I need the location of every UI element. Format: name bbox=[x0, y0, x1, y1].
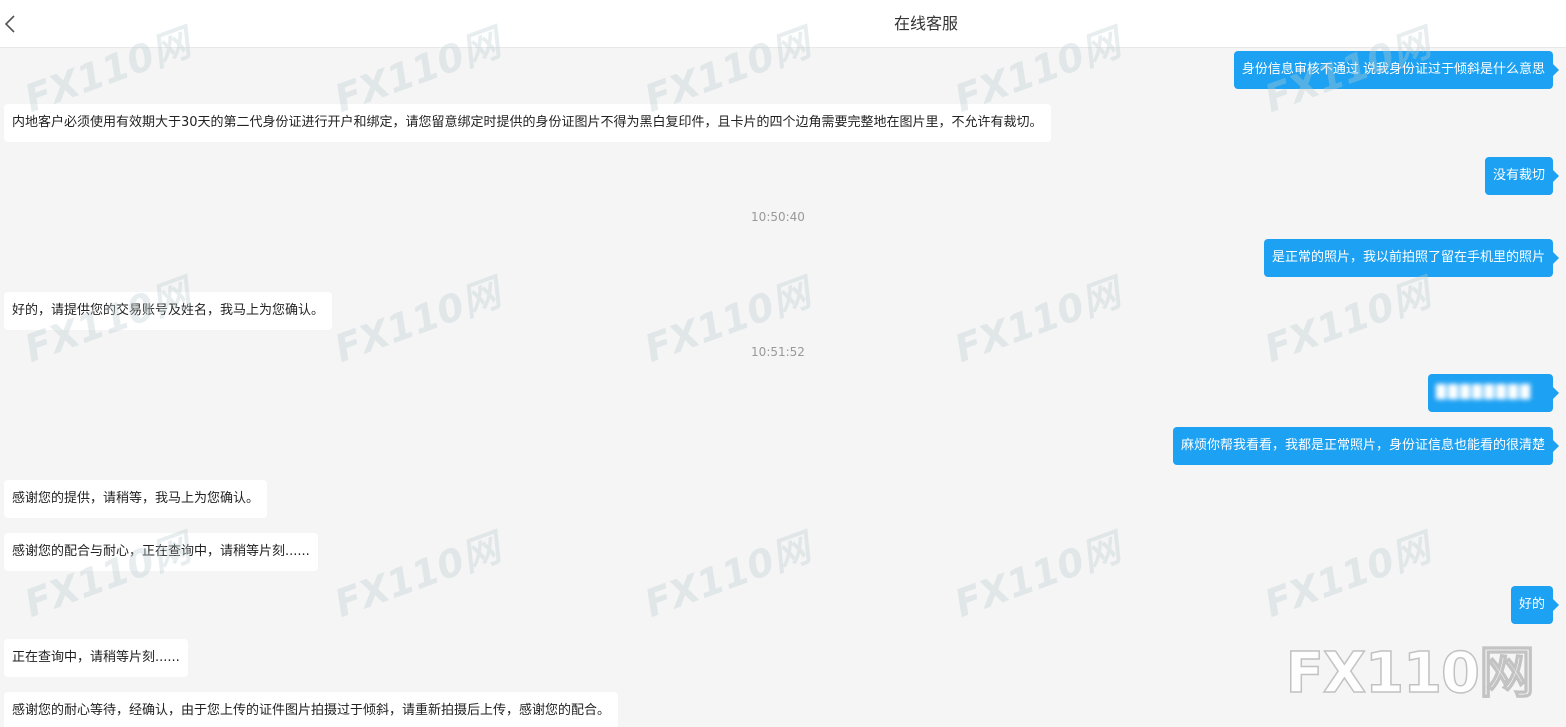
message-user: 是正常的照片，我以前拍照了留在手机里的照片 bbox=[1263, 239, 1560, 277]
message-agent: 感谢您的提供，请稍等，我马上为您确认。 bbox=[4, 480, 268, 518]
message-user: 好的 bbox=[1510, 586, 1560, 624]
redacted-text: ████████ bbox=[1436, 385, 1532, 400]
message-user: 没有裁切 bbox=[1484, 157, 1560, 195]
message-agent: 感谢您的耐心等待，经确认，由于您上传的证件图片拍摄过于倾斜，请重新拍摄后上传，感… bbox=[4, 692, 619, 727]
chat-header: 在线客服 bbox=[0, 0, 1566, 48]
message-timestamp: 10:51:52 bbox=[751, 345, 805, 359]
message-agent: 正在查询中，请稍等片刻...... bbox=[4, 639, 188, 677]
message-agent: 好的，请提供您的交易账号及姓名，我马上为您确认。 bbox=[4, 292, 333, 330]
message-user: 身份信息审核不通过 说我身份证过于倾斜是什么意思 bbox=[1233, 51, 1560, 89]
page-title: 在线客服 bbox=[893, 14, 958, 33]
message-user-redacted: ████████ bbox=[1428, 374, 1559, 412]
message-timestamp: 10:50:40 bbox=[751, 210, 805, 224]
chevron-left-icon bbox=[4, 15, 15, 33]
back-button[interactable] bbox=[0, 8, 28, 40]
message-list[interactable]: 身份信息审核不通过 说我身份证过于倾斜是什么意思 内地客户必须使用有效期大于30… bbox=[0, 48, 1566, 727]
message-agent: 内地客户必须使用有效期大于30天的第二代身份证进行开户和绑定，请您留意绑定时提供… bbox=[4, 104, 1051, 142]
message-agent: 感谢您的配合与耐心，正在查询中，请稍等片刻...... bbox=[4, 533, 318, 571]
message-user: 麻烦你帮我看看，我都是正常照片，身份证信息也能看的很清楚 bbox=[1172, 427, 1560, 465]
